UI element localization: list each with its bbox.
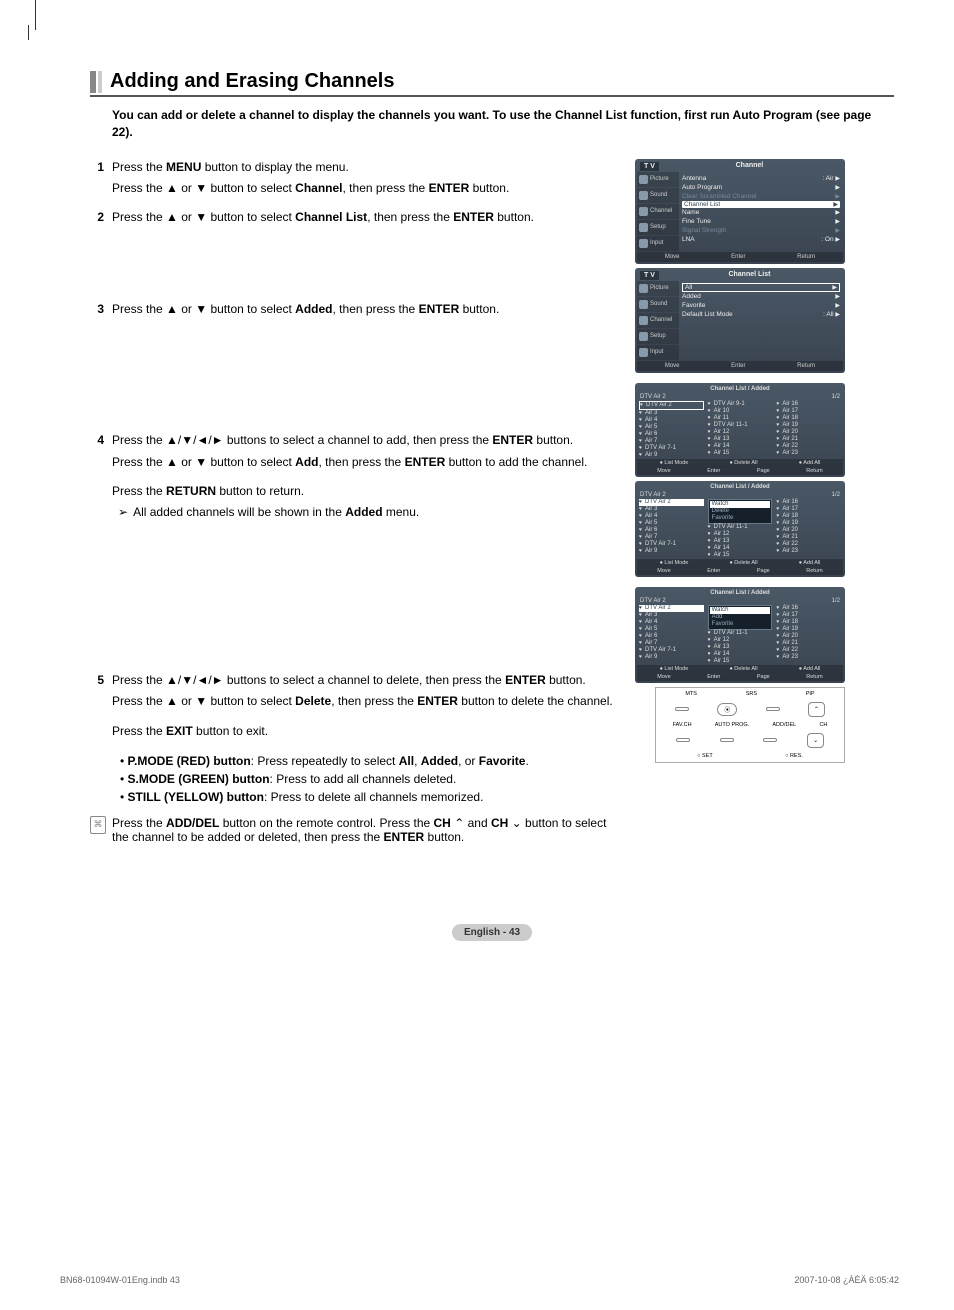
ch-up-icon: ⌃ (454, 816, 464, 830)
step-2: 2 Press the ▲ or ▼ button to select Chan… (90, 209, 625, 230)
step-1: 1 Press the MENU button to display the m… (90, 159, 625, 202)
step-4: 4 Press the ▲/▼/◄/► buttons to select a … (90, 432, 625, 522)
remote-icon: ⌘ (90, 816, 106, 834)
screen-channel-menu: T VChannel PictureSoundChannelSetupInput… (635, 159, 845, 264)
footer: BN68-01094W-01Eng.indb 43 2007-10-08 ¿ÀÈ… (60, 1275, 899, 1285)
button-notes: • P.MODE (RED) button: Press repeatedly … (120, 752, 625, 806)
page-number: English - 43 (90, 924, 894, 938)
note-arrow-icon: ➢ (118, 504, 128, 521)
step-5: 5 Press the ▲/▼/◄/► buttons to select a … (90, 672, 625, 744)
remote-figure: MTS SRS PIP ⦿ ⌃ FAV.CH AUTO PROG. ADD/DE… (655, 687, 845, 763)
screen-chlist-added-1: Channel List / AddedDTV Air 21/2♥DTV Air… (635, 383, 845, 477)
ch-down-icon: ⌄ (512, 816, 522, 830)
section-heading: Adding and Erasing Channels (90, 70, 894, 97)
screen-chlist-added-watch: Channel List / AddedDTV Air 21/2♥DTV Air… (635, 481, 845, 577)
step-3: 3 Press the ▲ or ▼ button to select Adde… (90, 301, 625, 322)
screen-channel-list-menu: T VChannel List PictureSoundChannelSetup… (635, 268, 845, 373)
screen-chlist-added-add: Channel List / AddedDTV Air 21/2♥DTV Air… (635, 587, 845, 683)
intro-text: You can add or delete a channel to displ… (112, 107, 894, 141)
heading-text: Adding and Erasing Channels (110, 70, 394, 93)
remote-note: ⌘ Press the ADD/DEL button on the remote… (90, 816, 625, 844)
